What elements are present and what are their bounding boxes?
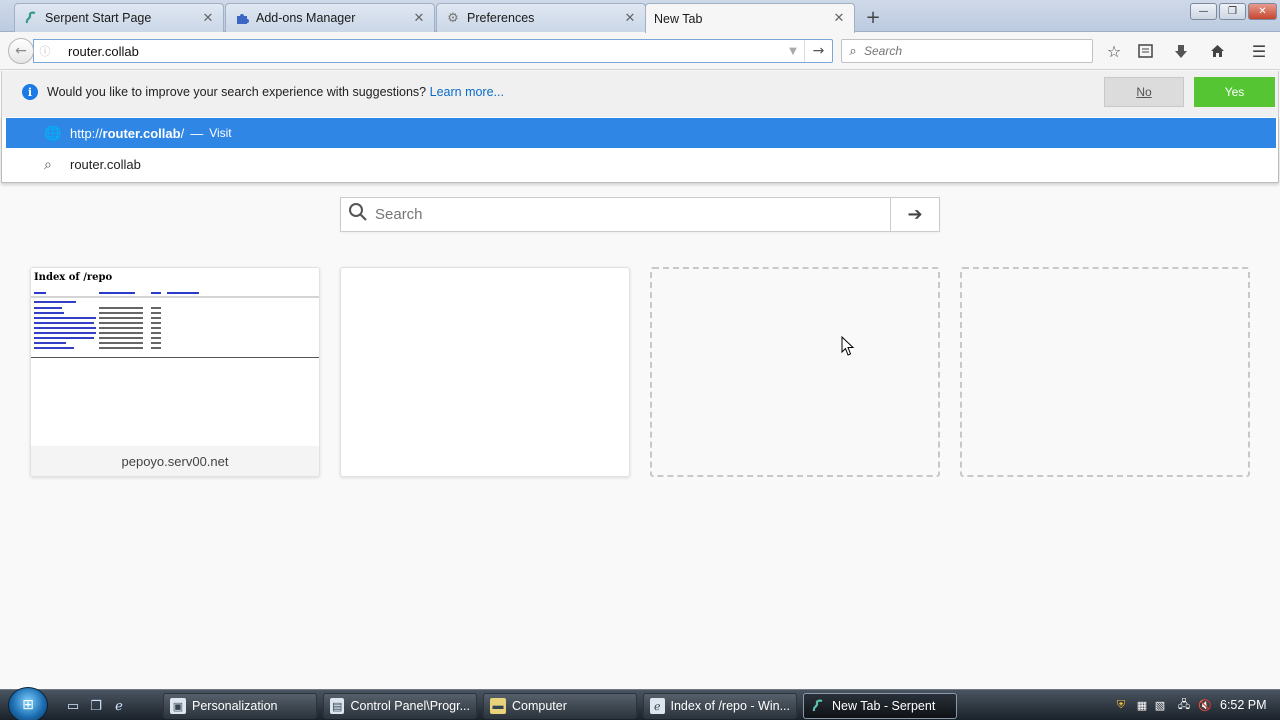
puzzle-icon bbox=[234, 10, 250, 26]
task-label: Index of /repo - Win... bbox=[670, 699, 791, 713]
url-suffix: / bbox=[180, 125, 185, 141]
separator: — bbox=[190, 125, 204, 141]
search-suggestions-notice: i Would you like to improve your search … bbox=[1, 71, 1279, 117]
autocomplete-url: http://router.collab/ bbox=[70, 126, 184, 141]
serpent-icon bbox=[23, 10, 39, 26]
autocomplete-popup: 🌐 http://router.collab/ — Visit ⌕ router… bbox=[1, 117, 1279, 183]
tab-title: Serpent Start Page bbox=[45, 11, 152, 25]
show-desktop-icon[interactable]: ▭ bbox=[64, 697, 82, 715]
tab-title: Add-ons Manager bbox=[256, 11, 356, 25]
mouse-cursor-icon bbox=[841, 336, 855, 356]
learn-more-link[interactable]: Learn more... bbox=[430, 85, 504, 99]
globe-icon: 🌐 bbox=[44, 124, 62, 141]
network-icon[interactable]: 🖧 bbox=[1176, 697, 1192, 713]
tab-new-tab[interactable]: New Tab ✕ bbox=[645, 3, 855, 33]
control-panel-icon: ▤ bbox=[330, 698, 345, 714]
search-icon: ⌕ bbox=[849, 43, 857, 59]
navigation-toolbar: ⓘ ▼ → ← ⌕ ☆ ☰ bbox=[0, 32, 1280, 70]
task-personalization[interactable]: ▣ Personalization bbox=[163, 693, 317, 719]
back-button[interactable]: ← bbox=[8, 38, 34, 64]
close-tab-icon[interactable]: ✕ bbox=[412, 11, 426, 26]
minimize-button[interactable]: — bbox=[1190, 3, 1217, 20]
security-shield-icon[interactable]: ⛨ bbox=[1113, 697, 1129, 713]
url-prefix: http:// bbox=[70, 125, 103, 141]
taskbar: ⊞ ▭ ❐ ℯ ▣ Personalization ▤ Control Panel\… bbox=[0, 687, 1280, 720]
tab-title: New Tab bbox=[654, 11, 703, 26]
visit-label: Visit bbox=[209, 126, 232, 140]
task-control-panel[interactable]: ▤ Control Panel\Progr... bbox=[323, 693, 477, 719]
new-tab-button[interactable]: + bbox=[862, 6, 884, 28]
thumbnail-divider bbox=[31, 357, 319, 358]
close-tab-icon[interactable]: ✕ bbox=[832, 11, 846, 26]
ie-icon: ℯ bbox=[650, 698, 665, 714]
search-go-arrow-icon[interactable]: ➔ bbox=[890, 198, 939, 231]
url-bar[interactable]: ⓘ ▼ → bbox=[33, 39, 833, 63]
newtab-search-box[interactable]: ➔ bbox=[340, 197, 940, 232]
reading-list-icon[interactable] bbox=[1134, 40, 1156, 62]
empty-tile-slot bbox=[650, 267, 940, 477]
monitor-icon: ▣ bbox=[170, 698, 186, 714]
url-host: router.collab bbox=[102, 125, 181, 141]
tab-title: Preferences bbox=[467, 11, 535, 25]
go-arrow-icon[interactable]: → bbox=[804, 40, 832, 62]
folder-icon: ▬ bbox=[490, 698, 506, 714]
search-bar[interactable]: ⌕ bbox=[841, 39, 1093, 63]
search-input[interactable] bbox=[864, 44, 1092, 58]
download-icon[interactable] bbox=[1170, 40, 1192, 62]
serpent-icon bbox=[810, 698, 826, 714]
close-tab-icon[interactable]: ✕ bbox=[623, 11, 637, 26]
window-close-button[interactable]: ✕ bbox=[1248, 3, 1277, 20]
tab-serpent-start-page[interactable]: Serpent Start Page ✕ bbox=[14, 3, 224, 32]
thumbnail-title: Index of /repo bbox=[34, 272, 113, 283]
task-label: Computer bbox=[512, 699, 567, 713]
tray-app-icon[interactable]: ▦ bbox=[1134, 697, 1150, 713]
task-label: Personalization bbox=[192, 699, 278, 713]
task-label: New Tab - Serpent bbox=[832, 699, 936, 713]
tile-thumbnail: Index of /repo bbox=[31, 268, 319, 446]
volume-muted-icon[interactable]: 🔇 bbox=[1197, 697, 1213, 713]
autocomplete-search-text: router.collab bbox=[70, 156, 141, 172]
clock[interactable]: 6:52 PM bbox=[1220, 698, 1267, 712]
blank-tile[interactable] bbox=[340, 267, 630, 477]
autocomplete-item-search[interactable]: ⌕ router.collab bbox=[6, 149, 1276, 179]
maximize-button[interactable]: ❐ bbox=[1219, 3, 1246, 20]
no-button[interactable]: No bbox=[1104, 77, 1184, 107]
tab-preferences[interactable]: ⚙ Preferences ✕ bbox=[436, 3, 646, 32]
gear-icon: ⚙ bbox=[447, 10, 459, 26]
tray-app-icon-2[interactable]: ▧ bbox=[1152, 697, 1168, 713]
task-new-tab-serpent[interactable]: New Tab - Serpent bbox=[803, 693, 957, 719]
newtab-search-input[interactable] bbox=[375, 206, 890, 223]
task-label: Control Panel\Progr... bbox=[350, 699, 470, 713]
autocomplete-item-visit[interactable]: 🌐 http://router.collab/ — Visit bbox=[6, 118, 1276, 148]
task-computer[interactable]: ▬ Computer bbox=[483, 693, 637, 719]
url-input[interactable] bbox=[56, 41, 782, 61]
url-dropdown-icon[interactable]: ▼ bbox=[782, 46, 804, 57]
start-button[interactable]: ⊞ bbox=[8, 687, 48, 720]
back-arrow-icon: ← bbox=[15, 43, 27, 59]
info-icon: i bbox=[22, 84, 38, 100]
star-icon[interactable]: ☆ bbox=[1103, 40, 1125, 62]
notice-text: Would you like to improve your search ex… bbox=[47, 85, 427, 99]
task-index-of-repo[interactable]: ℯ Index of /repo - Win... bbox=[643, 693, 797, 719]
search-icon: ⌕ bbox=[44, 155, 52, 172]
search-icon bbox=[341, 202, 375, 227]
close-tab-icon[interactable]: ✕ bbox=[201, 11, 215, 26]
site-info-icon[interactable]: ⓘ bbox=[34, 43, 56, 59]
yes-button[interactable]: Yes bbox=[1194, 77, 1275, 107]
ie-icon[interactable]: ℯ bbox=[110, 697, 128, 715]
home-icon[interactable] bbox=[1206, 40, 1228, 62]
notice-message: Would you like to improve your search ex… bbox=[47, 85, 504, 99]
thumbnail-listing bbox=[31, 292, 319, 349]
site-tile[interactable]: Index of /repo pepoyo.serv00.net bbox=[30, 267, 320, 477]
tab-add-ons-manager[interactable]: Add-ons Manager ✕ bbox=[225, 3, 435, 32]
empty-tile-slot bbox=[960, 267, 1250, 477]
tab-strip: Serpent Start Page ✕ Add-ons Manager ✕ ⚙… bbox=[0, 0, 1280, 33]
switch-windows-icon[interactable]: ❐ bbox=[87, 697, 105, 715]
tile-caption: pepoyo.serv00.net bbox=[31, 446, 319, 476]
menu-icon[interactable]: ☰ bbox=[1248, 40, 1270, 62]
windows-logo-icon: ⊞ bbox=[22, 697, 34, 713]
